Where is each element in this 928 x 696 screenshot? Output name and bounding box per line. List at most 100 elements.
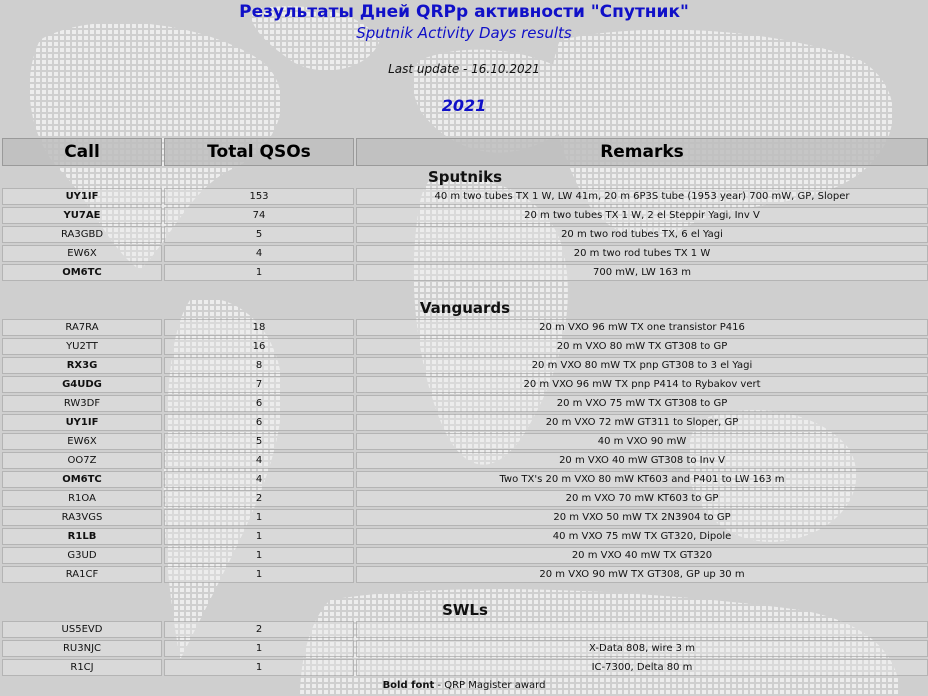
call-cell: EW6X: [2, 433, 162, 450]
remarks-cell: 20 m VXO 96 mW TX pnp P414 to Rybakov ve…: [356, 376, 928, 393]
table-row: RA3GBD 5 20 m two rod tubes TX, 6 el Yagi: [2, 226, 928, 243]
call-cell: US5EVD: [2, 621, 162, 638]
table-row: YU2TT 16 20 m VXO 80 mW TX GT308 to GP: [2, 338, 928, 355]
remarks-cell: 20 m VXO 40 mW TX GT320: [356, 547, 928, 564]
remarks-cell: 40 m VXO 75 mW TX GT320, Dipole: [356, 528, 928, 545]
qsos-cell: 18: [164, 319, 354, 336]
remarks-cell: 40 m two tubes TX 1 W, LW 41m, 20 m 6P3S…: [356, 188, 928, 205]
call-cell: EW6X: [2, 245, 162, 262]
qsos-cell: 16: [164, 338, 354, 355]
table-row: UY1IF 6 20 m VXO 72 mW GT311 to Sloper, GP: [2, 414, 928, 431]
section-row: SWLs: [2, 601, 928, 619]
table-row: RA3VGS 1 20 m VXO 50 mW TX 2N3904 to GP: [2, 509, 928, 526]
remarks-cell: 20 m VXO 80 mW TX GT308 to GP: [356, 338, 928, 355]
remarks-cell: 20 m VXO 80 mW TX pnp GT308 to 3 el Yagi: [356, 357, 928, 374]
table-row: YU7AE 74 20 m two tubes TX 1 W, 2 el Stepp…: [2, 207, 928, 224]
call-cell: YU2TT: [2, 338, 162, 355]
footer-note: Bold font - QRP Magister award: [0, 680, 928, 691]
section-title: Vanguards: [419, 299, 511, 317]
qsos-cell: 153: [164, 188, 354, 205]
call-cell: UY1IF: [2, 188, 162, 205]
section-row: Vanguards: [2, 299, 928, 317]
call-cell: UY1IF: [2, 414, 162, 431]
table-row: US5EVD 2: [2, 621, 928, 638]
table-row: OM6TC 1 700 mW, LW 163 m: [2, 264, 928, 281]
year-heading: 2021: [441, 96, 487, 115]
qsos-cell: 1: [164, 264, 354, 281]
call-cell: RA7RA: [2, 319, 162, 336]
spacer-cell: [2, 283, 928, 297]
qsos-cell: 4: [164, 452, 354, 469]
col-header-call: Call: [2, 138, 162, 166]
qsos-cell: 2: [164, 621, 354, 638]
remarks-cell: 20 m two rod tubes TX, 6 el Yagi: [356, 226, 928, 243]
qsos-cell: 5: [164, 226, 354, 243]
remarks-cell: 700 mW, LW 163 m: [356, 264, 928, 281]
section-title: Sputniks: [427, 168, 503, 186]
call-cell: RA3GBD: [2, 226, 162, 243]
qsos-cell: 6: [164, 395, 354, 412]
remarks-cell: 20 m VXO 72 mW GT311 to Sloper, GP: [356, 414, 928, 431]
table-row: R1CJ 1 IC-7300, Delta 80 m: [2, 659, 928, 676]
remarks-cell: 20 m VXO 70 mW KT603 to GP: [356, 490, 928, 507]
remarks-cell: [356, 621, 928, 638]
page-title-en: Sputnik Activity Days results: [356, 24, 572, 42]
table-body: Sputniks UY1IF 153 40 m two tubes TX 1 W, L…: [2, 168, 928, 676]
qsos-cell: 1: [164, 566, 354, 583]
table-row: R1OA 2 20 m VXO 70 mW KT603 to GP: [2, 490, 928, 507]
table-header-row: Call Total QSOs Remarks: [2, 138, 928, 166]
table-row: R1LB 1 40 m VXO 75 mW TX GT320, Dipole: [2, 528, 928, 545]
qsos-cell: 4: [164, 245, 354, 262]
qsos-cell: 1: [164, 528, 354, 545]
section-spacer: [2, 585, 928, 599]
remarks-cell: Two TX's 20 m VXO 80 mW KT603 and P401 t…: [356, 471, 928, 488]
section-spacer: [2, 283, 928, 297]
remarks-cell: 20 m VXO 96 mW TX one transistor P416: [356, 319, 928, 336]
table-row: G4UDG 7 20 m VXO 96 mW TX pnp P414 to Ryba…: [2, 376, 928, 393]
footer-bold-label: Bold font: [382, 680, 435, 691]
table-row: OO7Z 4 20 m VXO 40 mW GT308 to Inv V: [2, 452, 928, 469]
call-cell: YU7AE: [2, 207, 162, 224]
qsos-cell: 74: [164, 207, 354, 224]
table-row: RX3G 8 20 m VXO 80 mW TX pnp GT308 to 3 el…: [2, 357, 928, 374]
qsos-cell: 5: [164, 433, 354, 450]
table-row: OM6TC 4 Two TX's 20 m VXO 80 mW KT603 and …: [2, 471, 928, 488]
qsos-cell: 2: [164, 490, 354, 507]
section-title: SWLs: [442, 601, 488, 619]
table-row: RA7RA 18 20 m VXO 96 mW TX one transistor …: [2, 319, 928, 336]
table-row: G3UD 1 20 m VXO 40 mW TX GT320: [2, 547, 928, 564]
remarks-cell: IC-7300, Delta 80 m: [356, 659, 928, 676]
last-update: Last update - 16.10.2021: [388, 62, 540, 76]
qsos-cell: 1: [164, 509, 354, 526]
qsos-cell: 4: [164, 471, 354, 488]
table-row: RU3NJC 1 X-Data 808, wire 3 m: [2, 640, 928, 657]
call-cell: G4UDG: [2, 376, 162, 393]
qsos-cell: 1: [164, 640, 354, 657]
call-cell: R1OA: [2, 490, 162, 507]
table-row: RW3DF 6 20 m VXO 75 mW TX GT308 to GP: [2, 395, 928, 412]
qsos-cell: 8: [164, 357, 354, 374]
qsos-cell: 1: [164, 547, 354, 564]
spacer-cell: [2, 585, 928, 599]
qsos-cell: 1: [164, 659, 354, 676]
col-header-total-qsos: Total QSOs: [164, 138, 354, 166]
table-row: EW6X 5 40 m VXO 90 mW: [2, 433, 928, 450]
call-cell: OM6TC: [2, 264, 162, 281]
remarks-cell: 40 m VXO 90 mW: [356, 433, 928, 450]
remarks-cell: 20 m VXO 40 mW GT308 to Inv V: [356, 452, 928, 469]
call-cell: RA3VGS: [2, 509, 162, 526]
qsos-cell: 7: [164, 376, 354, 393]
call-cell: RW3DF: [2, 395, 162, 412]
remarks-cell: X-Data 808, wire 3 m: [356, 640, 928, 657]
table-row: UY1IF 153 40 m two tubes TX 1 W, LW 41m, 2…: [2, 188, 928, 205]
call-cell: RA1CF: [2, 566, 162, 583]
section-row: Sputniks: [2, 168, 928, 186]
call-cell: R1LB: [2, 528, 162, 545]
call-cell: RU3NJC: [2, 640, 162, 657]
remarks-cell: 20 m VXO 50 mW TX 2N3904 to GP: [356, 509, 928, 526]
remarks-cell: 20 m VXO 75 mW TX GT308 to GP: [356, 395, 928, 412]
table-row: RA1CF 1 20 m VXO 90 mW TX GT308, GP up 30 …: [2, 566, 928, 583]
results-table: Call Total QSOs Remarks Sputniks UY1IF 153…: [0, 136, 928, 678]
page-title-ru: Результаты Дней QRPp активности "Спутник…: [239, 2, 689, 22]
call-cell: OO7Z: [2, 452, 162, 469]
